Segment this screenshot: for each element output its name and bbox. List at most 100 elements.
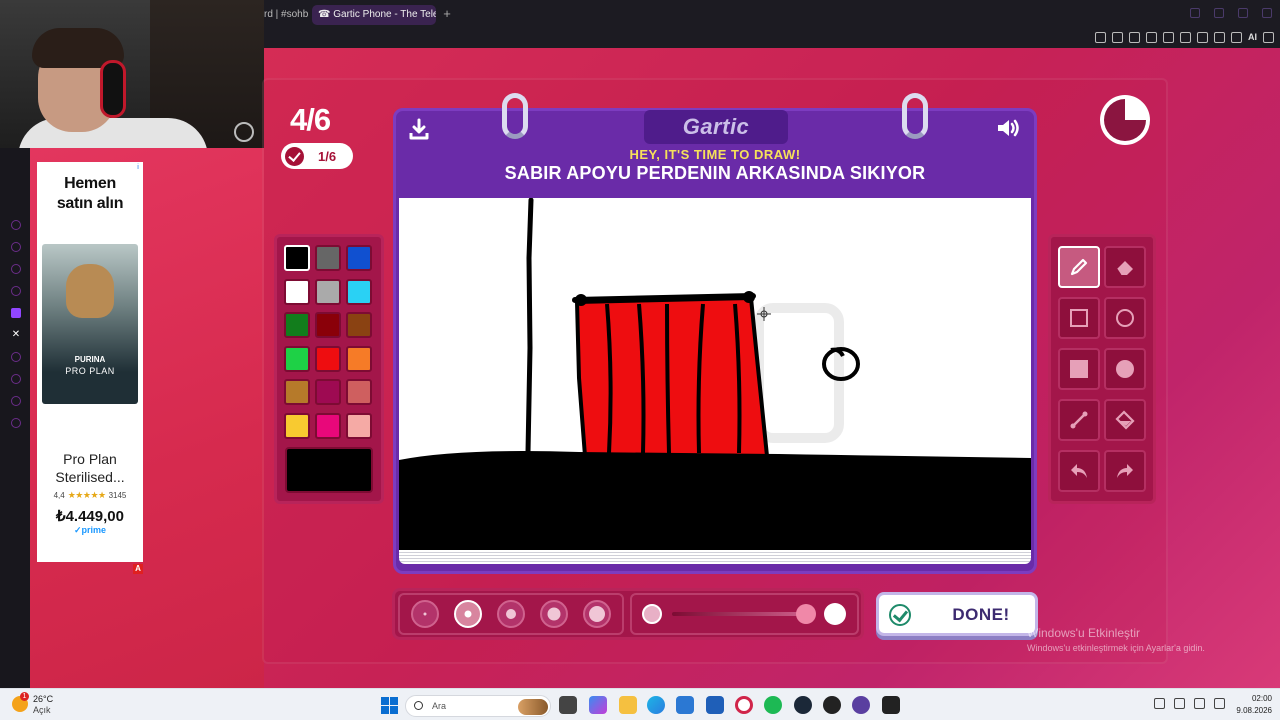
download-drawing-icon[interactable] [408,118,430,140]
epic-games-icon[interactable] [882,696,900,714]
ellipse-tool[interactable] [1104,297,1146,339]
opacity-slider-handle[interactable] [796,604,816,624]
extensions-icon[interactable] [1231,32,1242,43]
color-swatch[interactable] [346,412,372,439]
steam-icon[interactable] [794,696,812,714]
sidebar-whatsapp-icon[interactable] [11,242,21,252]
new-tab-button[interactable]: + [440,6,454,22]
brush-size-option[interactable] [411,600,439,628]
color-swatch[interactable] [346,278,372,305]
sidebar-discord-icon[interactable] [11,264,21,274]
opera-gx-icon[interactable] [735,696,753,714]
redo-tool[interactable] [1104,450,1146,492]
color-swatch[interactable] [315,312,341,338]
color-swatch[interactable] [315,278,341,305]
color-swatch[interactable] [284,379,310,405]
players-done-count: 1/6 [318,148,337,164]
sidebar-twitch-icon[interactable] [11,308,21,318]
pin-icon[interactable] [1095,32,1106,43]
color-swatch[interactable] [346,345,372,372]
file-explorer-icon[interactable] [619,696,637,714]
pole-stroke [525,198,534,455]
brush-size-option[interactable] [497,600,525,628]
color-swatch[interactable] [315,379,341,405]
redo-icon [1117,464,1133,478]
sidebar-messenger-icon[interactable] [11,220,21,230]
eraser-tool[interactable] [1104,246,1146,288]
notebook-ring-right [902,93,928,139]
product-ad[interactable]: i Hemen satın alın PURINA PRO PLAN Pro P… [37,162,143,562]
color-swatch[interactable] [284,312,310,338]
brush-size-option[interactable] [454,600,482,628]
play-icon[interactable] [1180,32,1191,43]
color-swatch[interactable] [315,245,341,271]
sidebar-history-icon[interactable] [11,374,21,384]
fill-bucket-tool[interactable] [1104,399,1146,441]
maximize-button[interactable] [1238,8,1248,18]
color-swatch[interactable] [284,245,310,271]
rectangle-icon [1070,309,1088,327]
search-tabs-icon[interactable] [1190,8,1200,18]
filled-ellipse-tool[interactable] [1104,348,1146,390]
ai-button[interactable]: AI [1248,32,1257,44]
undo-tool[interactable] [1058,450,1100,492]
color-swatch[interactable] [315,412,341,439]
color-swatch[interactable] [284,412,310,439]
brush-size-option[interactable] [540,600,568,628]
sidebar-instagram-icon[interactable] [11,286,21,296]
taskbar-search[interactable]: Ara [405,695,551,717]
drawing-canvas[interactable] [399,198,1031,550]
sidebar-x-icon[interactable]: ✕ [11,330,21,340]
ad-product-image[interactable]: PURINA PRO PLAN [42,244,138,404]
volume-icon[interactable] [996,117,1022,139]
ad-product-name[interactable]: Pro Plan Sterilised... [37,450,143,486]
tab-gartic-phone[interactable]: ☎ Gartic Phone - The Telephc [312,5,436,25]
sidebar-tabs-icon[interactable] [11,396,21,406]
sidebar-player-icon[interactable] [11,352,21,362]
microphone-icon[interactable] [1174,698,1185,709]
minimize-button[interactable] [1214,8,1224,18]
ad-info-icon[interactable]: i [135,164,141,172]
taskbar-clock[interactable]: 02:00 9.08.2026 [1232,693,1272,717]
line-tool[interactable] [1058,399,1100,441]
store-icon[interactable] [676,696,694,714]
windows-start-icon[interactable] [381,697,398,714]
brush-size-option[interactable] [583,600,611,628]
speaker-icon[interactable] [1214,698,1225,709]
task-view-icon[interactable] [559,696,577,714]
color-swatch[interactable] [346,379,372,405]
opacity-slider-track[interactable] [672,612,812,616]
filled-rectangle-tool[interactable] [1058,348,1100,390]
done-button[interactable]: DONE! [876,592,1038,636]
color-swatch[interactable] [284,345,310,372]
outlook-icon[interactable] [706,696,724,714]
translate-icon[interactable] [1146,32,1157,43]
edge-icon[interactable] [647,696,665,714]
close-button[interactable] [1262,8,1272,18]
reader-icon[interactable] [1163,32,1174,43]
prompt-heading: HEY, IT'S TIME TO DRAW! [629,147,801,162]
color-swatch[interactable] [346,245,372,271]
weather-temperature[interactable]: 26°C [33,694,53,704]
chevron-up-icon[interactable] [1154,698,1165,709]
color-swatch[interactable] [315,345,341,372]
adblock-shield-icon[interactable] [1129,32,1140,43]
color-swatch[interactable] [284,278,310,305]
heart-icon[interactable] [1197,32,1208,43]
obs-icon[interactable] [823,696,841,714]
menu-icon[interactable] [1263,32,1274,43]
wifi-icon[interactable] [1194,698,1205,709]
copilot-icon[interactable] [589,696,607,714]
download-icon[interactable] [1214,32,1225,43]
pencil-tool[interactable] [1058,246,1100,288]
color-swatch[interactable] [346,312,372,338]
ad-marker-icon[interactable]: A [133,564,143,574]
app-icon[interactable] [852,696,870,714]
rectangle-tool[interactable] [1058,297,1100,339]
curtain-rod [572,293,756,303]
spotify-icon[interactable] [764,696,782,714]
sidebar-settings-icon[interactable] [11,418,21,428]
snapshot-icon[interactable] [1112,32,1123,43]
weather-description[interactable]: Açık [33,705,51,715]
tab-discord[interactable]: rd | #sohb [264,6,308,24]
